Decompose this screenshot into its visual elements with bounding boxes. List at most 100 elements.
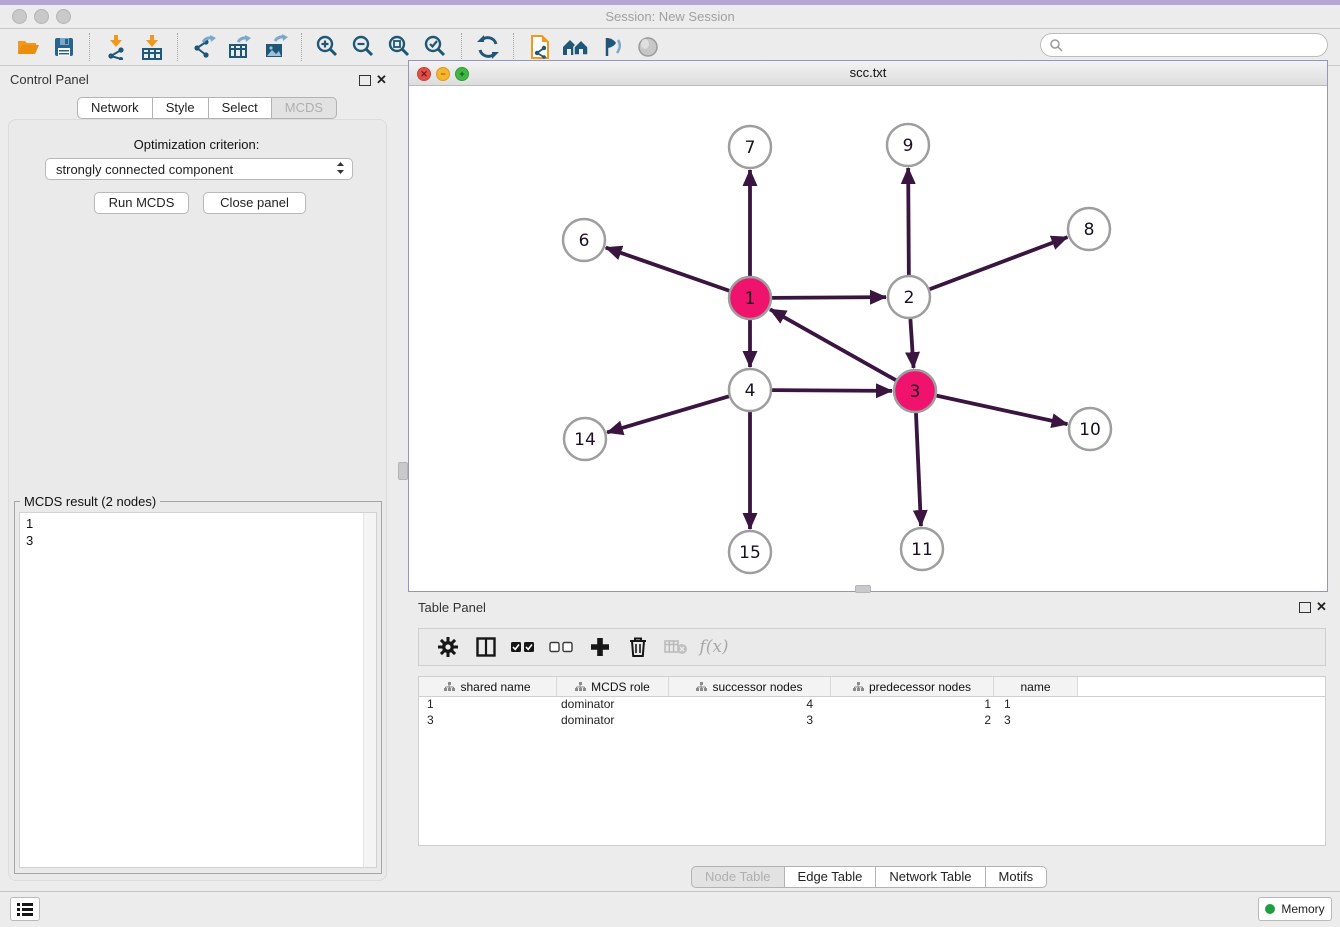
run-mcds-button[interactable]: Run MCDS (94, 192, 189, 214)
node-label-1: 1 (745, 289, 756, 309)
network-window-titlebar[interactable]: ✕ − + scc.txt (409, 61, 1327, 86)
table-cell: 1 (419, 697, 557, 713)
control-panel-tabs: NetworkStyleSelectMCDS (78, 97, 337, 119)
toolbar-separator (513, 33, 515, 61)
zoom-in-icon[interactable] (313, 33, 343, 61)
export-table-icon[interactable] (225, 33, 255, 61)
node-label-6: 6 (579, 231, 590, 251)
table-cell: 3 (994, 713, 1078, 729)
column-header-MCDS-role[interactable]: MCDS role (557, 677, 669, 696)
save-session-icon[interactable] (49, 33, 79, 61)
ndex-home-icon[interactable] (561, 33, 591, 61)
close-panel-button[interactable]: Close panel (203, 192, 306, 214)
table-panel-close-icon[interactable]: ✕ (1316, 601, 1327, 613)
tab-mcds[interactable]: MCDS (271, 97, 337, 119)
network-close-icon[interactable]: ✕ (417, 67, 431, 81)
select-all-checkboxes-icon[interactable] (511, 634, 537, 660)
import-network-icon[interactable] (101, 33, 131, 61)
status-bar (0, 891, 1340, 927)
node-label-7: 7 (745, 138, 756, 158)
edge-3-1[interactable] (770, 309, 896, 380)
node-label-15: 15 (739, 543, 761, 563)
table-settings-icon[interactable] (435, 634, 461, 660)
eye-slash-icon[interactable] (597, 33, 627, 61)
zoom-out-icon[interactable] (349, 33, 379, 61)
sitemap-icon (696, 682, 707, 692)
export-network-icon[interactable] (189, 33, 219, 61)
zoom-selected-icon[interactable] (421, 33, 451, 61)
vertical-scrollbar[interactable] (363, 513, 376, 867)
close-window-icon[interactable] (12, 9, 27, 24)
tab-motifs[interactable]: Motifs (985, 866, 1048, 888)
table-panel-float-icon[interactable] (1299, 602, 1311, 613)
column-header-successor-nodes[interactable]: successor nodes (669, 677, 831, 696)
network-minimize-icon[interactable]: − (436, 67, 450, 81)
edge-4-3[interactable] (772, 390, 892, 391)
zoom-fit-icon[interactable] (385, 33, 415, 61)
column-label: predecessor nodes (869, 680, 971, 694)
memory-label: Memory (1281, 902, 1324, 916)
tab-select[interactable]: Select (208, 97, 272, 119)
open-network-document-icon[interactable] (525, 33, 555, 61)
tab-network[interactable]: Network (77, 97, 153, 119)
table-row[interactable]: 1dominator411 (419, 697, 1325, 713)
list-icon (17, 903, 33, 916)
add-column-icon[interactable] (587, 634, 613, 660)
tab-edge-table[interactable]: Edge Table (784, 866, 877, 888)
table-cell: 1 (831, 697, 994, 713)
node-label-2: 2 (904, 288, 915, 308)
minimize-window-icon[interactable] (34, 9, 49, 24)
tab-node-table[interactable]: Node Table (691, 866, 785, 888)
edge-2-9[interactable] (908, 168, 909, 275)
table-cell: 3 (669, 713, 831, 729)
control-panel-close-icon[interactable]: ✕ (376, 74, 387, 86)
table-splitter-grip[interactable] (855, 585, 871, 593)
table-toolbar: f(x) (418, 628, 1326, 666)
delete-table-icon[interactable] (663, 634, 689, 660)
tab-network-table[interactable]: Network Table (875, 866, 985, 888)
network-title: scc.txt (409, 61, 1327, 85)
edge-2-3[interactable] (910, 319, 913, 368)
node-label-3: 3 (910, 382, 921, 402)
edge-1-2[interactable] (772, 297, 886, 298)
criterion-value: strongly connected component (56, 162, 233, 177)
function-builder-icon[interactable]: f(x) (701, 634, 727, 660)
node-label-8: 8 (1084, 220, 1095, 240)
edge-3-10[interactable] (936, 396, 1067, 424)
memory-status-dot (1265, 904, 1275, 914)
edge-2-8[interactable] (930, 237, 1068, 289)
criterion-dropdown[interactable]: strongly connected component (45, 158, 353, 180)
show-columns-icon[interactable] (473, 634, 499, 660)
network-maximize-icon[interactable]: + (455, 67, 469, 81)
sitemap-icon (575, 682, 586, 692)
table-cell: 1 (994, 697, 1078, 713)
panel-splitter-grip[interactable] (398, 462, 408, 480)
control-panel-float-icon[interactable] (359, 75, 371, 86)
memory-button[interactable]: Memory (1258, 897, 1332, 921)
network-canvas[interactable]: 7968124314101511 (409, 86, 1327, 591)
mcds-result-list[interactable]: 1 3 (19, 512, 377, 868)
column-header-predecessor-nodes[interactable]: predecessor nodes (831, 677, 994, 696)
deselect-all-checkboxes-icon[interactable] (549, 634, 575, 660)
import-table-icon[interactable] (137, 33, 167, 61)
app-titlebar: Session: New Session (0, 5, 1340, 29)
zoom-window-icon[interactable] (56, 9, 71, 24)
delete-column-icon[interactable] (625, 634, 651, 660)
tab-style[interactable]: Style (152, 97, 209, 119)
render-sphere-icon[interactable] (633, 33, 663, 61)
table-cell: 2 (831, 713, 994, 729)
toolbar-separator (461, 33, 463, 61)
table-row[interactable]: 3dominator323 (419, 713, 1325, 729)
edge-3-11[interactable] (916, 413, 921, 526)
apply-layout-icon[interactable] (473, 33, 503, 61)
toolbar-separator (301, 33, 303, 61)
column-header-name[interactable]: name (994, 677, 1078, 696)
edge-1-6[interactable] (606, 248, 730, 291)
column-header-shared-name[interactable]: shared name (419, 677, 557, 696)
open-session-icon[interactable] (13, 33, 43, 61)
export-image-icon[interactable] (261, 33, 291, 61)
show-status-list-button[interactable] (10, 897, 40, 921)
edge-4-14[interactable] (607, 396, 729, 432)
search-input[interactable] (1063, 37, 1327, 53)
column-label: name (1020, 680, 1050, 694)
